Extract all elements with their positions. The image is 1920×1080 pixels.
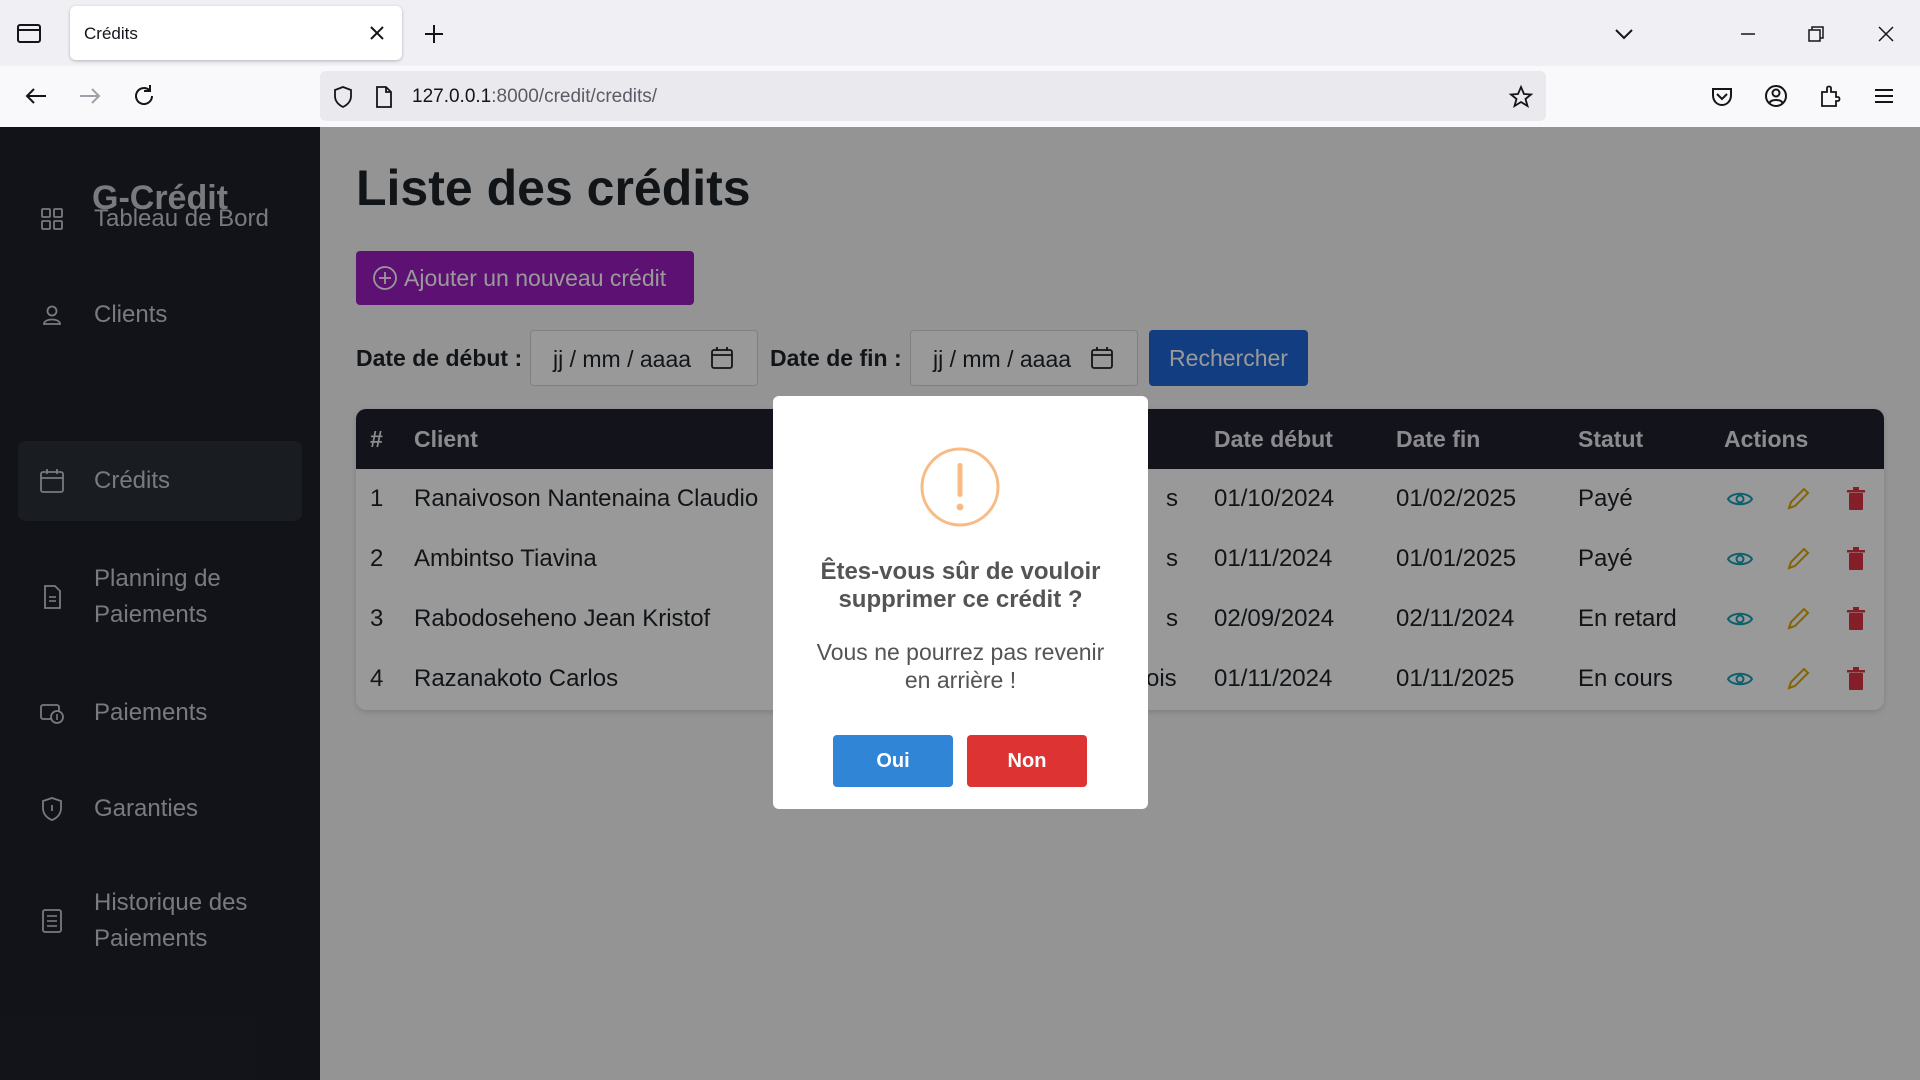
page-icon [376,86,392,108]
delete-confirm-dialog: Êtes-vous sûr de vouloir supprimer ce cr… [773,396,1148,809]
new-tab-icon[interactable] [420,20,448,48]
shield-icon[interactable] [330,84,356,110]
url-text[interactable]: 127.0.0.1:8000/credit/credits/ [412,86,657,108]
restore-icon[interactable] [1800,18,1832,50]
dialog-title: Êtes-vous sûr de vouloir supprimer ce cr… [820,558,1101,613]
warning-icon [920,447,1000,527]
browser-tab-active[interactable]: Crédits [70,6,402,60]
browser-nav-bar: 127.0.0.1:8000/credit/credits/ [0,66,1920,127]
url-host: 127.0.0.1 [412,86,492,107]
address-bar[interactable]: 127.0.0.1:8000/credit/credits/ [320,71,1546,121]
pocket-icon[interactable] [1706,80,1738,112]
url-path: :8000/credit/credits/ [491,86,658,107]
dialog-message: Vous ne pourrez pas revenir en arrière ! [816,639,1105,693]
cancel-button[interactable]: Non [967,735,1087,787]
extensions-icon[interactable] [1814,80,1846,112]
tab-title: Crédits [84,24,138,43]
chevron-down-icon[interactable] [1608,18,1640,50]
back-icon[interactable] [20,80,52,112]
account-icon[interactable] [1760,80,1792,112]
close-window-icon[interactable] [1870,18,1902,50]
close-tab-icon[interactable] [364,20,390,46]
star-icon[interactable] [1508,84,1534,110]
minimize-icon[interactable] [1732,18,1764,50]
tab-list-icon[interactable] [14,20,44,46]
confirm-button[interactable]: Oui [833,735,953,787]
browser-tab-bar: Crédits [0,0,1920,66]
forward-icon[interactable] [74,80,106,112]
reload-icon[interactable] [128,80,160,112]
menu-icon[interactable] [1868,80,1900,112]
